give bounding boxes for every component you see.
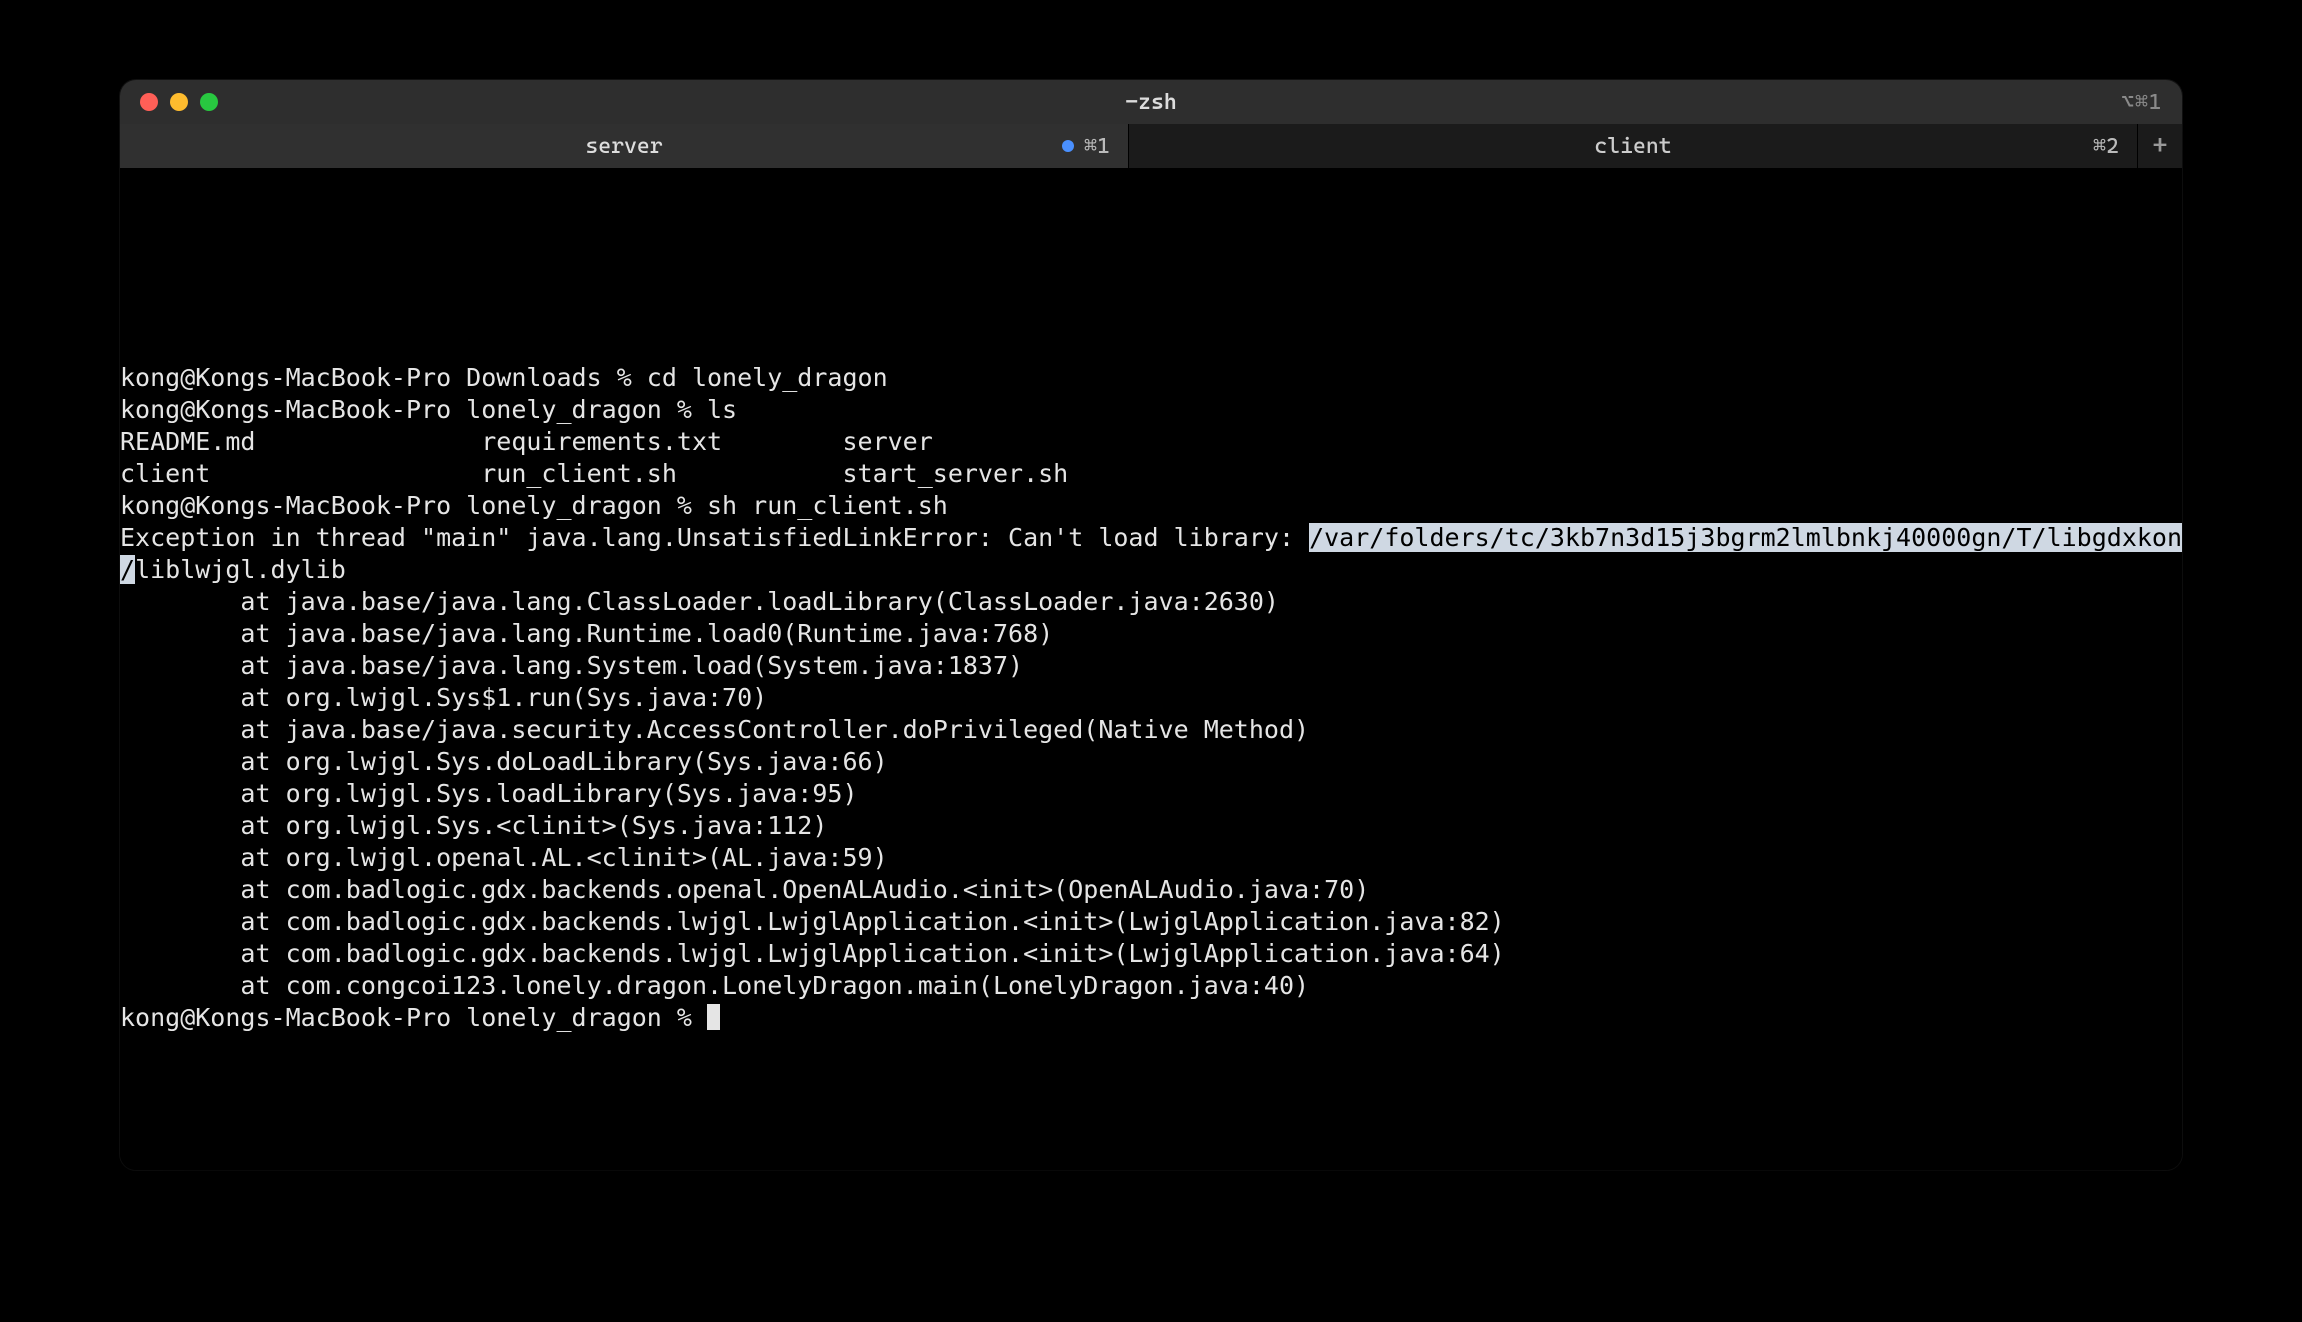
stack-line: at com.badlogic.gdx.backends.openal.Open… [120,875,1369,904]
close-button[interactable] [140,93,158,111]
tab-client[interactable]: client ⌘2 [1129,124,2138,168]
stack-line: at java.base/java.lang.Runtime.load0(Run… [120,619,1053,648]
stack-line: at org.lwjgl.Sys$1.run(Sys.java:70) [120,683,767,712]
terminal-line: README.md requirements.txt server [120,427,933,456]
terminal-window: -zsh ⌥⌘1 server ⌘1 client ⌘2 + kong@Kong… [120,80,2182,1170]
stack-line: at java.base/java.security.AccessControl… [120,715,1309,744]
traffic-lights [120,93,218,111]
stack-line: at org.lwjgl.openal.AL.<clinit>(AL.java:… [120,843,888,872]
window-title: -zsh [120,90,2182,115]
plus-icon: + [2152,131,2167,161]
highlighted-path: /var/folders/tc/3kb7n3d15j3bgrm2lmlbnkj4… [1309,523,2182,552]
stack-line: at com.badlogic.gdx.backends.lwjgl.Lwjgl… [120,939,1505,968]
activity-dot-icon [1062,140,1074,152]
tab-bar: server ⌘1 client ⌘2 + [120,124,2182,168]
terminal-content: kong@Kongs-MacBook-Pro Downloads % cd lo… [120,232,2182,1034]
maximize-button[interactable] [200,93,218,111]
terminal-line: client run_client.sh start_server.sh [120,459,1068,488]
tab-server[interactable]: server ⌘1 [120,124,1129,168]
terminal-line: kong@Kongs-MacBook-Pro Downloads % cd lo… [120,363,888,392]
tab-label: server [585,134,662,159]
tab-label: client [1594,134,1671,159]
cursor-icon [707,1004,720,1030]
stack-line: at org.lwjgl.Sys.<clinit>(Sys.java:112) [120,811,827,840]
window-shortcut-hint: ⌥⌘1 [2121,90,2182,115]
terminal-line: kong@Kongs-MacBook-Pro lonely_dragon % l… [120,395,737,424]
stack-line: at com.congcoi123.lonely.dragon.LonelyDr… [120,971,1309,1000]
stack-line: at org.lwjgl.Sys.doLoadLibrary(Sys.java:… [120,747,888,776]
shell-prompt: kong@Kongs-MacBook-Pro lonely_dragon % [120,1003,707,1032]
stack-line: at org.lwjgl.Sys.loadLibrary(Sys.java:95… [120,779,858,808]
new-tab-button[interactable]: + [2138,124,2182,168]
terminal-line: kong@Kongs-MacBook-Pro lonely_dragon % s… [120,491,948,520]
tab-shortcut: ⌘2 [2093,134,2119,159]
exception-suffix: liblwjgl.dylib [135,555,346,584]
highlighted-path: / [120,555,135,584]
minimize-button[interactable] [170,93,188,111]
tab-shortcut: ⌘1 [1062,134,1110,159]
exception-prefix: Exception in thread "main" java.lang.Uns… [120,523,1309,552]
tab-shortcut-text: ⌘2 [2093,134,2119,159]
stack-line: at java.base/java.lang.ClassLoader.loadL… [120,587,1279,616]
stack-line: at com.badlogic.gdx.backends.lwjgl.Lwjgl… [120,907,1505,936]
stack-line: at java.base/java.lang.System.load(Syste… [120,651,1023,680]
titlebar: -zsh ⌥⌘1 [120,80,2182,124]
terminal-viewport[interactable]: kong@Kongs-MacBook-Pro Downloads % cd lo… [120,168,2182,1170]
tab-shortcut-text: ⌘1 [1084,134,1110,159]
